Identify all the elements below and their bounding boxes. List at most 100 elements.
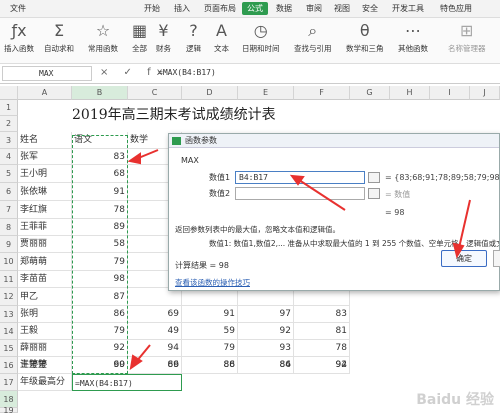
row-header[interactable]: 7	[0, 201, 18, 219]
row-header[interactable]: 17	[0, 374, 18, 391]
cell-chinese[interactable]: 58	[72, 236, 128, 253]
cell-chinese[interactable]: 78	[72, 201, 128, 219]
dialog-titlebar[interactable]: 函数参数	[169, 134, 499, 148]
range-picker-icon[interactable]	[368, 188, 380, 199]
col-header-g[interactable]: G	[350, 86, 390, 100]
col-header-j[interactable]: J	[470, 86, 500, 100]
cell-f[interactable]: 83	[294, 306, 350, 323]
header-chinese[interactable]: 语文	[72, 132, 128, 149]
cell-d[interactable]: 91	[182, 306, 238, 323]
row-header[interactable]: 10	[0, 253, 18, 271]
cell-chinese[interactable]: 83	[72, 149, 128, 165]
cell-chinese[interactable]: 98	[72, 271, 128, 288]
math-trig-button[interactable]: θ 数学和三角	[346, 21, 384, 54]
arg1-input[interactable]: B4:B17	[235, 171, 365, 184]
row-header[interactable]: 19	[0, 407, 18, 415]
cell-name[interactable]: 张依琳	[18, 183, 72, 201]
menu-data[interactable]: 数据	[276, 3, 292, 14]
cell-d[interactable]: 59	[182, 323, 238, 340]
insert-function-button[interactable]: ƒx 插入函数	[4, 21, 34, 54]
cell-name[interactable]: 郑萌萌	[18, 253, 72, 271]
cell-c[interactable]: 69	[128, 306, 182, 323]
menu-home[interactable]: 开始	[144, 3, 160, 14]
row-header[interactable]: 12	[0, 288, 18, 306]
menu-file[interactable]: 文件	[10, 3, 26, 14]
cell-d[interactable]: 79	[182, 340, 238, 357]
row-header[interactable]: 1	[0, 100, 18, 116]
cell-name[interactable]: 贾丽丽	[18, 236, 72, 253]
logic-button[interactable]: ? 逻辑	[186, 21, 201, 54]
cell-d[interactable]: 86	[182, 357, 238, 374]
cell-chinese[interactable]: 91	[72, 183, 128, 201]
datetime-button[interactable]: ◷ 日期和时间	[242, 21, 280, 54]
cell-name[interactable]: 甲乙	[18, 288, 72, 306]
cancel-button[interactable]	[493, 250, 500, 267]
name-manager-button[interactable]: ⊞ 名称管理器	[448, 21, 486, 54]
cell-chinese[interactable]: 92	[72, 340, 128, 357]
col-header-b[interactable]: B	[72, 86, 128, 100]
cell-e[interactable]: 93	[238, 340, 294, 357]
menu-view[interactable]: 视图	[334, 3, 350, 14]
cell-name[interactable]: 王毅	[18, 323, 72, 340]
row-header[interactable]: 4	[0, 149, 18, 165]
col-header-f[interactable]: F	[294, 86, 350, 100]
text-button[interactable]: A 文本	[214, 21, 229, 54]
menu-formulas[interactable]: 公式	[242, 2, 268, 15]
col-header-h[interactable]: H	[390, 86, 430, 100]
cell-name[interactable]: 李红旗	[18, 201, 72, 219]
cell-e[interactable]: 84	[238, 357, 294, 374]
arg2-input[interactable]	[235, 187, 365, 200]
cell-chinese[interactable]: 68	[72, 165, 128, 183]
cell-name[interactable]: 薛丽丽	[18, 340, 72, 357]
function-tips-link[interactable]: 查看该函数的操作技巧	[175, 277, 250, 288]
row-header[interactable]: 11	[0, 271, 18, 288]
lookup-button[interactable]: ⌕ 查找与引用	[294, 21, 332, 54]
cell-chinese[interactable]: 87	[72, 288, 128, 306]
range-picker-icon[interactable]	[368, 172, 380, 183]
cell-f[interactable]: 94	[294, 357, 350, 374]
cell-f[interactable]: 81	[294, 323, 350, 340]
autosum-button[interactable]: Σ 自动求和	[44, 21, 74, 54]
footer-formula-cell[interactable]: =MAX(B4:B17)	[72, 374, 182, 391]
menu-review[interactable]: 审阅	[306, 3, 322, 14]
cell-f[interactable]: 78	[294, 340, 350, 357]
menu-special[interactable]: 特色应用	[440, 3, 472, 14]
footer-label[interactable]: 年级最高分	[18, 374, 72, 391]
row-header[interactable]: 8	[0, 219, 18, 236]
col-header-c[interactable]: C	[128, 86, 182, 100]
row-header[interactable]: 13	[0, 306, 18, 323]
name-box[interactable]: MAX	[2, 66, 92, 81]
formula-input[interactable]: =MAX(B4:B17)	[158, 68, 216, 77]
row-header[interactable]: 16	[0, 357, 18, 374]
header-name[interactable]: 姓名	[18, 132, 72, 149]
row-header[interactable]: 9	[0, 236, 18, 253]
col-header-a[interactable]: A	[18, 86, 72, 100]
cell-chinese[interactable]: 79	[72, 253, 128, 271]
cell-c[interactable]: 49	[128, 323, 182, 340]
col-header-i[interactable]: I	[430, 86, 470, 100]
row-header[interactable]: 6	[0, 183, 18, 201]
cell-name[interactable]: 王莹莹	[18, 357, 72, 374]
cell-e[interactable]: 97	[238, 306, 294, 323]
menu-security[interactable]: 安全	[362, 3, 378, 14]
col-header-e[interactable]: E	[238, 86, 294, 100]
cell-c[interactable]: 69	[128, 357, 182, 374]
select-all-corner[interactable]	[0, 86, 18, 100]
col-header-d[interactable]: D	[182, 86, 238, 100]
cell-c[interactable]: 94	[128, 340, 182, 357]
cell-chinese[interactable]: 89	[72, 219, 128, 236]
menu-developer[interactable]: 开发工具	[392, 3, 424, 14]
cell-chinese[interactable]: 86	[72, 306, 128, 323]
row-header[interactable]: 5	[0, 165, 18, 183]
menu-insert[interactable]: 插入	[174, 3, 190, 14]
row-header[interactable]: 15	[0, 340, 18, 357]
cell-chinese[interactable]: 69	[72, 357, 128, 374]
row-header[interactable]: 14	[0, 323, 18, 340]
ok-button[interactable]: 确定	[441, 250, 487, 267]
cell-e[interactable]: 92	[238, 323, 294, 340]
row-header[interactable]: 2	[0, 116, 18, 132]
other-functions-button[interactable]: ⋯ 其他函数	[398, 21, 428, 54]
common-functions-button[interactable]: ☆ 常用函数	[88, 21, 118, 54]
cell-chinese[interactable]: 79	[72, 323, 128, 340]
menu-page-layout[interactable]: 页面布局	[204, 3, 236, 14]
